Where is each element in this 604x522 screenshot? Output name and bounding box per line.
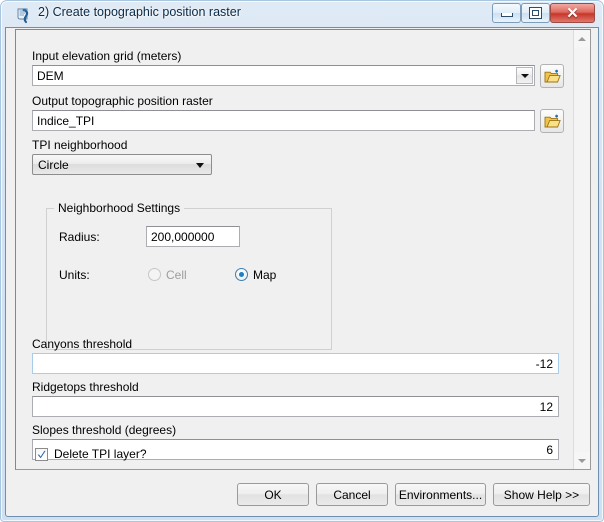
script-tool-icon — [15, 6, 33, 24]
radius-label: Radius: — [59, 230, 100, 244]
output-raster-browse-button[interactable] — [540, 109, 564, 133]
tool-dialog-window: 2) Create topographic position raster ✕ … — [0, 0, 604, 522]
close-button[interactable]: ✕ — [550, 3, 595, 23]
chevron-down-icon — [196, 162, 204, 168]
input-elevation-value: DEM — [37, 69, 64, 83]
scroll-up-button[interactable] — [574, 30, 590, 47]
ok-button[interactable]: OK — [237, 483, 309, 506]
maximize-button[interactable] — [521, 3, 550, 23]
input-elevation-dropdown-button[interactable] — [516, 67, 533, 84]
canyons-threshold-label: Canyons threshold — [32, 337, 133, 351]
output-raster-input[interactable]: Indice_TPI — [32, 110, 535, 131]
close-icon: ✕ — [551, 4, 594, 22]
input-elevation-combobox[interactable]: DEM — [32, 65, 535, 86]
window-title: 2) Create topographic position raster — [38, 5, 241, 19]
delete-tpi-layer-label: Delete TPI layer? — [54, 447, 147, 461]
environments-button[interactable]: Environments... — [395, 483, 486, 506]
scrollbar-track[interactable] — [574, 47, 590, 452]
vertical-scrollbar[interactable] — [573, 30, 590, 469]
output-raster-label: Output topographic position raster — [32, 94, 213, 108]
browse-folder-icon — [544, 69, 561, 82]
browse-folder-icon — [544, 114, 561, 127]
delete-tpi-layer-checkbox[interactable] — [35, 448, 48, 461]
minimize-button[interactable] — [492, 3, 521, 23]
units-radio-cell[interactable] — [148, 268, 161, 281]
tpi-neighborhood-label: TPI neighborhood — [32, 138, 128, 152]
parameters-panel: Input elevation grid (meters) DEM Output… — [15, 29, 591, 470]
units-radio-map-label: Map — [253, 268, 277, 282]
chevron-up-icon — [578, 36, 586, 41]
chevron-down-icon — [578, 458, 586, 463]
minimize-icon — [493, 4, 520, 22]
units-label: Units: — [59, 268, 90, 282]
ridgetops-threshold-label: Ridgetops threshold — [32, 380, 139, 394]
chevron-down-icon — [520, 73, 529, 78]
cancel-button[interactable]: Cancel — [316, 483, 388, 506]
parameters-content: Input elevation grid (meters) DEM Output… — [16, 30, 572, 469]
close-glyph: ✕ — [566, 4, 579, 22]
slopes-threshold-label: Slopes threshold (degrees) — [32, 423, 177, 437]
units-radio-cell-label: Cell — [166, 268, 187, 282]
title-bar[interactable]: 2) Create topographic position raster ✕ — [1, 1, 604, 28]
input-elevation-label: Input elevation grid (meters) — [32, 49, 182, 63]
tpi-neighborhood-value: Circle — [38, 158, 69, 172]
maximize-icon — [522, 4, 549, 22]
show-help-button[interactable]: Show Help >> — [493, 483, 590, 506]
tpi-neighborhood-dropdown[interactable]: Circle — [32, 154, 212, 175]
units-radio-map[interactable] — [235, 268, 248, 281]
neighborhood-settings-title: Neighborhood Settings — [54, 201, 185, 215]
ridgetops-threshold-input[interactable]: 12 — [32, 396, 559, 417]
radius-input[interactable]: 200,000000 — [146, 226, 240, 247]
canyons-threshold-input[interactable]: -12 — [32, 353, 559, 374]
scroll-down-button[interactable] — [574, 452, 590, 469]
input-elevation-browse-button[interactable] — [540, 64, 564, 88]
checkmark-icon — [37, 450, 46, 459]
